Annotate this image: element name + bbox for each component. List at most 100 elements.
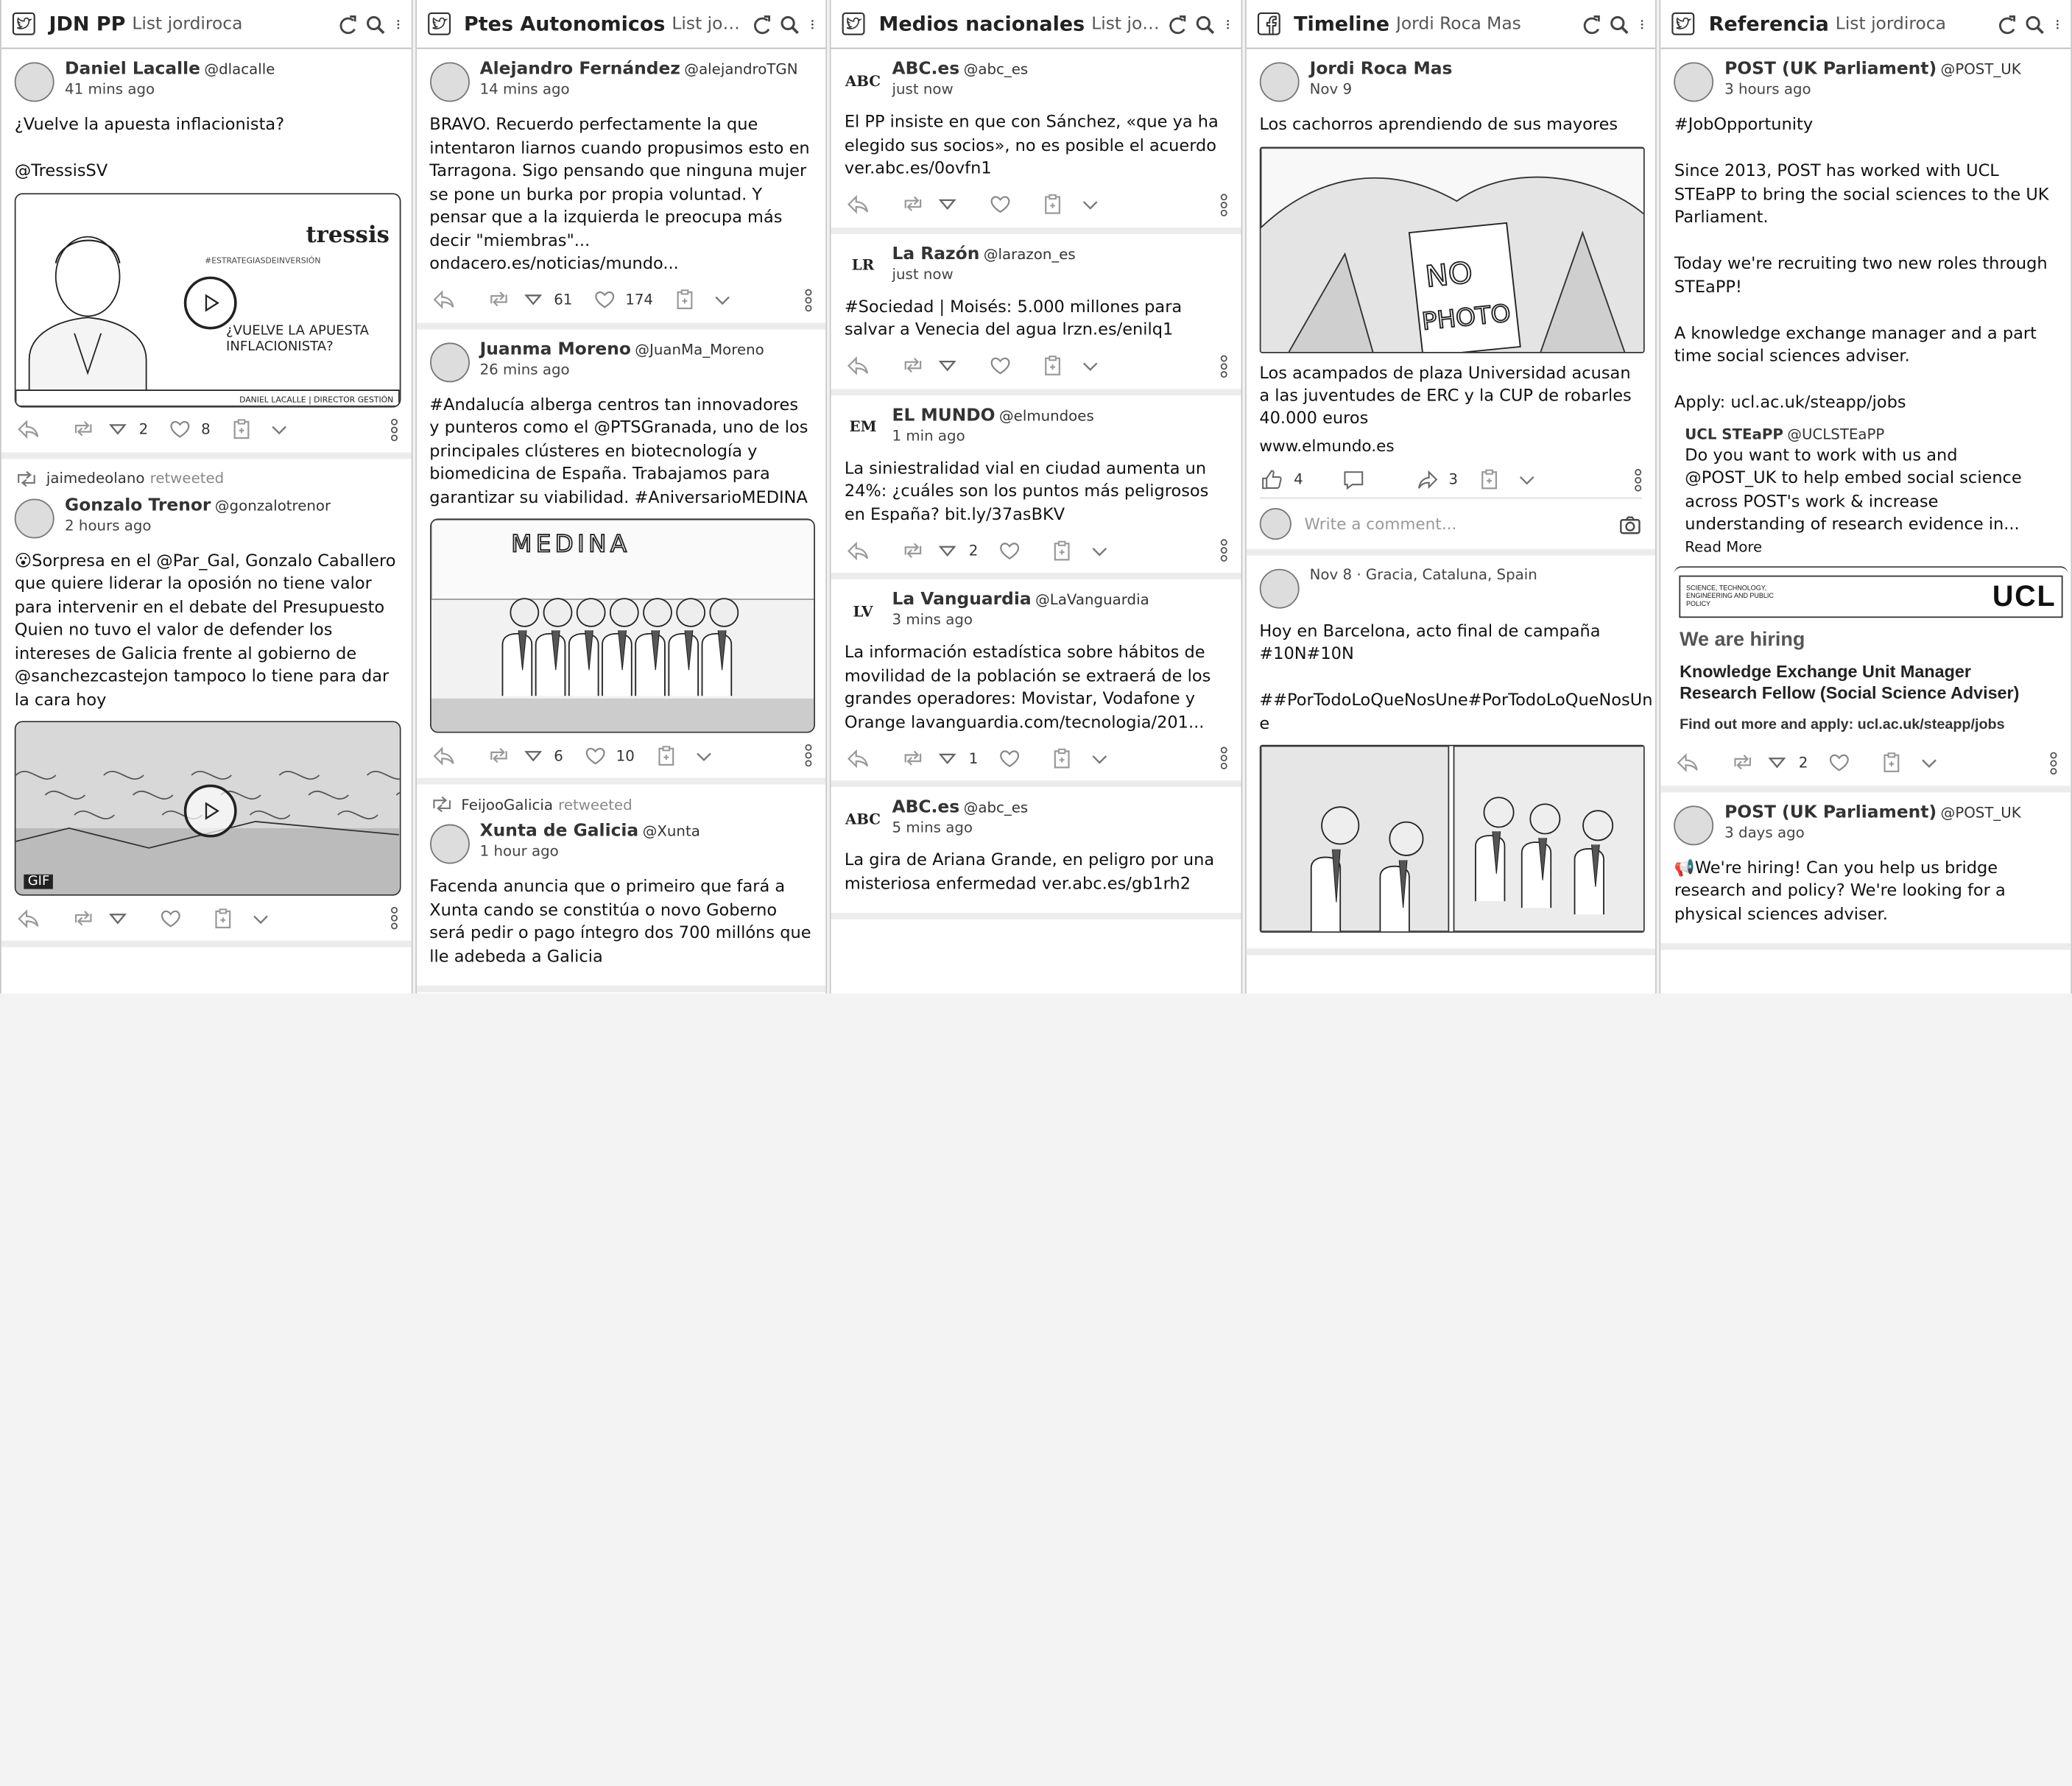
refresh-icon[interactable] — [752, 14, 772, 34]
like-action[interactable] — [158, 907, 192, 930]
retweet-action[interactable] — [900, 193, 926, 216]
author-handle[interactable]: @LaVanguardia — [1035, 591, 1149, 608]
gif-media[interactable]: GIF — [14, 721, 401, 896]
schedule-action[interactable] — [1040, 193, 1067, 216]
video-player[interactable]: tressis #ESTRATEGIASDEINVERSIÓN ¿VUELVE … — [14, 192, 401, 407]
author-name[interactable]: Xunta de Galicia — [480, 822, 639, 841]
schedule-action[interactable] — [1476, 468, 1503, 491]
author-handle[interactable]: @alejandroTGN — [684, 61, 797, 78]
post-time[interactable]: 3 days ago — [1724, 824, 2021, 842]
schedule-action[interactable] — [653, 744, 680, 767]
post-time[interactable]: 3 mins ago — [892, 611, 1149, 629]
like-action[interactable] — [996, 746, 1031, 769]
reply-action[interactable] — [15, 907, 41, 930]
schedule-action[interactable] — [211, 907, 237, 930]
options-dropdown[interactable] — [1087, 746, 1113, 769]
reply-action[interactable] — [429, 289, 456, 311]
play-button[interactable] — [183, 275, 237, 329]
refresh-icon[interactable] — [1582, 14, 1601, 34]
author-handle[interactable]: @gonzalotrenor — [215, 497, 331, 514]
author-name[interactable]: POST (UK Parliament) — [1724, 802, 1937, 822]
post-image[interactable]: NO PHOTO — [1259, 146, 1646, 353]
retweet-action[interactable] — [485, 289, 512, 311]
avatar[interactable] — [1259, 62, 1300, 102]
author-name[interactable]: La Vanguardia — [892, 590, 1032, 610]
more-button[interactable] — [1635, 467, 1643, 491]
post-time[interactable]: 1 min ago — [892, 427, 1094, 445]
avatar[interactable] — [1674, 62, 1714, 102]
search-icon[interactable] — [1610, 14, 1629, 34]
retweet-action[interactable] — [900, 539, 926, 562]
schedule-action[interactable] — [1879, 752, 1906, 774]
author-name[interactable]: Daniel Lacalle — [65, 60, 200, 80]
retweet-action[interactable] — [70, 907, 96, 930]
reply-action[interactable] — [429, 744, 456, 767]
author-handle[interactable]: @POST_UK — [1941, 804, 2021, 821]
options-dropdown[interactable] — [1917, 752, 1943, 774]
post-time[interactable]: 1 hour ago — [480, 843, 700, 861]
search-icon[interactable] — [364, 14, 384, 34]
like-action[interactable] — [1827, 752, 1861, 774]
post-time[interactable]: just now — [892, 265, 1076, 283]
post-time[interactable]: 3 hours ago — [1724, 81, 2021, 99]
author-name[interactable]: EL MUNDO — [892, 406, 996, 426]
author-handle[interactable]: @POST_UK — [1941, 61, 2021, 78]
reply-action[interactable] — [845, 746, 871, 769]
author-handle[interactable]: @elmundoes — [999, 407, 1094, 424]
options-dropdown[interactable] — [247, 907, 274, 930]
author-name[interactable]: Jordi Roca Mas — [1310, 60, 1453, 80]
reply-action[interactable] — [845, 355, 871, 378]
options-dropdown[interactable] — [708, 289, 735, 311]
more-button[interactable] — [1219, 538, 1227, 562]
author-handle[interactable]: @abc_es — [964, 799, 1029, 816]
like-action[interactable] — [996, 539, 1031, 562]
column-menu-icon[interactable] — [1222, 14, 1233, 34]
avatar[interactable]: LV — [844, 593, 882, 630]
retweet-action[interactable] — [70, 418, 96, 441]
schedule-action[interactable] — [229, 418, 256, 441]
post-time[interactable]: 26 mins ago — [480, 361, 764, 379]
more-button[interactable] — [390, 906, 398, 930]
retweeter-name[interactable]: jaimedeolano — [46, 470, 145, 487]
search-icon[interactable] — [2024, 14, 2044, 34]
like-action[interactable] — [987, 355, 1022, 378]
post-time[interactable]: Nov 9 — [1310, 81, 1453, 99]
column-menu-icon[interactable] — [1638, 14, 1648, 34]
avatar[interactable] — [14, 62, 54, 102]
quoted-post[interactable]: UCL STEaPP @UCLSTEaPP Do you want to work … — [1674, 424, 2057, 555]
more-button[interactable] — [1219, 354, 1227, 378]
search-icon[interactable] — [1194, 14, 1214, 34]
more-button[interactable] — [805, 744, 813, 767]
read-more-link[interactable]: Read More — [1685, 537, 2047, 554]
like-action[interactable] — [987, 193, 1022, 216]
author-handle[interactable]: @larazon_es — [984, 245, 1076, 262]
post-image[interactable] — [1259, 744, 1646, 933]
camera-icon[interactable] — [1618, 512, 1642, 534]
options-dropdown[interactable] — [1077, 193, 1104, 216]
vote-action[interactable]: 2 — [1764, 752, 1808, 774]
link-domain[interactable]: www.elmundo.es — [1259, 436, 1642, 454]
options-dropdown[interactable] — [266, 418, 292, 441]
avatar[interactable]: EM — [844, 408, 882, 445]
like-action[interactable]: 8 — [166, 418, 211, 441]
more-button[interactable] — [1219, 746, 1227, 770]
column-menu-icon[interactable] — [392, 14, 403, 34]
vote-action[interactable]: 6 — [519, 744, 563, 767]
schedule-action[interactable] — [1049, 539, 1076, 562]
reply-action[interactable] — [1674, 752, 1701, 774]
like-action[interactable]: 10 — [582, 744, 635, 767]
author-name[interactable]: La Razón — [892, 244, 980, 264]
author-name[interactable]: Juanma Moreno — [480, 339, 631, 359]
vote-action[interactable]: 61 — [519, 289, 572, 311]
post-time[interactable]: 41 mins ago — [65, 81, 275, 99]
vote-action[interactable] — [105, 907, 139, 930]
retweeter-name[interactable]: FeijooGalicia — [461, 796, 553, 813]
column-menu-icon[interactable] — [2052, 14, 2062, 34]
comment-box[interactable]: Write a comment... — [1259, 496, 1643, 540]
options-dropdown[interactable] — [1087, 539, 1113, 562]
play-button[interactable] — [183, 784, 237, 838]
options-dropdown[interactable] — [690, 744, 716, 767]
like-action[interactable]: 4 — [1259, 468, 1303, 491]
retweet-action[interactable] — [900, 355, 926, 378]
schedule-action[interactable] — [1040, 355, 1067, 378]
